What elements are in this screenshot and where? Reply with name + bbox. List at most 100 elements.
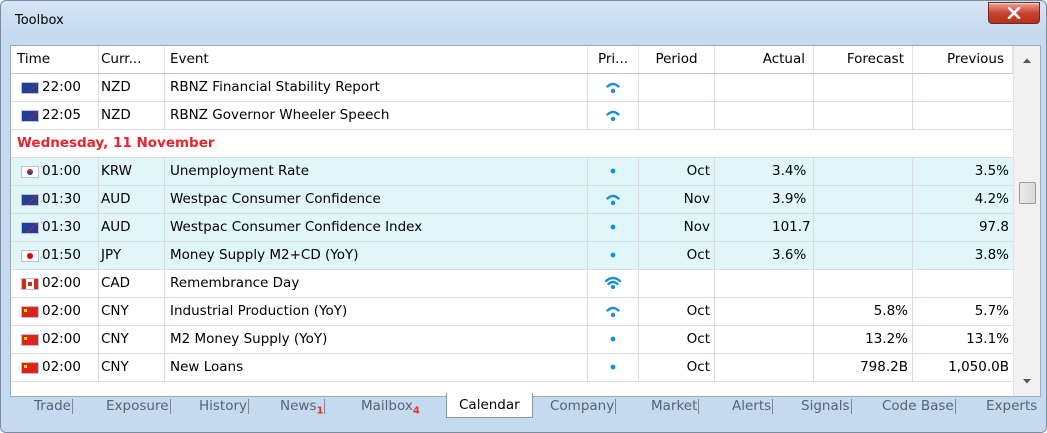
actual-cell: 101.7 <box>715 214 814 241</box>
table-row[interactable]: 02:00 CNY New Loans Oct 798.2B 1,050.0B <box>11 354 1013 382</box>
tab-exposure[interactable]: Exposure <box>106 395 171 417</box>
event-cell: Industrial Production (YoY) <box>165 298 588 325</box>
period-cell: Oct <box>639 298 715 325</box>
priority-cell <box>588 102 639 129</box>
priority-low-icon <box>610 336 616 342</box>
column-header-actual[interactable]: Actual <box>715 46 814 73</box>
previous-cell: 5.7% <box>974 303 1009 319</box>
vertical-scrollbar[interactable] <box>1013 46 1040 396</box>
column-header-currency[interactable]: Curr... <box>99 46 165 73</box>
event-cell: New Loans <box>165 354 588 381</box>
mailbox-count-badge: 4 <box>412 405 420 417</box>
column-header-event[interactable]: Event <box>165 46 588 73</box>
tab-history-label: History <box>199 398 248 414</box>
time-cell: 22:05 <box>11 102 99 129</box>
tab-code-base[interactable]: Code Base <box>882 395 956 417</box>
tab-company[interactable]: Company <box>550 395 617 417</box>
period-cell: Oct <box>639 158 715 185</box>
window-title: Toolbox <box>15 13 64 28</box>
tab-exposure-label: Exposure <box>106 398 169 414</box>
forecast-cell <box>814 102 913 129</box>
tab-news[interactable]: News1 <box>280 395 326 417</box>
tab-signals[interactable]: Signals <box>801 395 852 417</box>
tab-separator <box>698 399 700 414</box>
priority-low-icon <box>610 364 616 370</box>
scroll-down-button[interactable] <box>1014 370 1040 392</box>
tab-experts[interactable]: Experts <box>986 395 1037 417</box>
event-cell: Westpac Consumer Confidence <box>165 186 588 213</box>
table-row[interactable]: 02:00 CAD Remembrance Day <box>11 270 1013 298</box>
period-cell <box>639 74 715 101</box>
previous-cell: 97.8 <box>978 219 1009 235</box>
time-cell: 22:00 <box>11 74 99 101</box>
column-header-forecast[interactable]: Forecast <box>814 46 913 73</box>
tab-calendar-label: Calendar <box>459 397 520 413</box>
time-text: 22:05 <box>42 107 81 123</box>
cn-flag-icon <box>21 361 39 374</box>
period-cell: Oct <box>639 354 715 381</box>
time-text: 01:30 <box>42 219 81 235</box>
au-flag-icon <box>21 221 39 234</box>
time-text: 02:00 <box>42 275 81 291</box>
time-wrapper: 02:00 <box>21 354 98 381</box>
column-header-time[interactable]: Time <box>11 46 99 73</box>
title-bar[interactable]: Toolbox <box>1 1 1046 45</box>
time-wrapper: 22:00 <box>21 74 98 101</box>
table-row[interactable]: 02:00 CNY Industrial Production (YoY) Oct 5.… <box>11 298 1013 326</box>
event-cell: Unemployment Rate <box>165 158 588 185</box>
forecast-cell <box>814 74 913 101</box>
actual-cell: 3.6% <box>715 242 814 269</box>
au-flag-icon <box>21 193 39 206</box>
column-header-period[interactable]: Period <box>639 46 715 73</box>
period-cell: Nov <box>639 186 715 213</box>
column-header-previous[interactable]: Previous <box>913 46 1013 73</box>
previous-cell: 3.8% <box>974 247 1009 263</box>
tab-trade[interactable]: Trade <box>34 395 73 417</box>
scroll-up-button[interactable] <box>1014 50 1040 72</box>
table-row[interactable]: 01:30 AUD Westpac Consumer Confidence Nov 3.… <box>11 186 1013 214</box>
table-row[interactable]: 22:05 NZD RBNZ Governor Wheeler Speech <box>11 102 1013 130</box>
priority-high-icon <box>604 276 622 290</box>
actual-cell <box>715 354 814 381</box>
priority-cell <box>588 186 639 213</box>
tab-market[interactable]: Market <box>651 395 700 417</box>
table-row[interactable]: 01:00 KRW Unemployment Rate Oct 3.4% 3.5% <box>11 158 1013 186</box>
priority-cell <box>588 214 639 241</box>
close-button[interactable] <box>988 2 1040 24</box>
priority-low-icon <box>610 252 616 258</box>
priority-cell <box>588 298 639 325</box>
scroll-up-arrow-icon <box>1023 58 1031 63</box>
event-cell: RBNZ Financial Stability Report <box>165 74 588 101</box>
period-cell: Oct <box>639 242 715 269</box>
tab-trade-label: Trade <box>34 398 71 414</box>
previous-cell <box>913 270 1013 297</box>
currency-cell: NZD <box>99 102 165 129</box>
tab-mailbox[interactable]: Mailbox4 <box>361 395 420 417</box>
currency-cell: JPY <box>99 242 165 269</box>
scrollbar-thumb[interactable] <box>1019 182 1036 204</box>
tab-alerts[interactable]: Alerts <box>732 395 774 417</box>
toolbox-window: Toolbox Time Curr... Event Pri... Period… <box>0 0 1047 433</box>
news-count-badge: 1 <box>316 405 324 417</box>
table-row[interactable]: 22:00 NZD RBNZ Financial Stability Report <box>11 74 1013 102</box>
column-header-priority[interactable]: Pri... <box>588 46 639 73</box>
table-row[interactable]: 01:30 AUD Westpac Consumer Confidence Inde… <box>11 214 1013 242</box>
tab-separator <box>71 399 73 414</box>
table-row[interactable]: 02:00 CNY M2 Money Supply (YoY) Oct 13.2% 13.… <box>11 326 1013 354</box>
priority-cell <box>588 326 639 353</box>
tab-company-label: Company <box>550 398 615 414</box>
forecast-cell <box>814 270 913 297</box>
time-wrapper: 01:30 <box>21 186 98 213</box>
table-row[interactable]: 01:50 JPY Money Supply M2+CD (YoY) Oct 3.6% 3… <box>11 242 1013 270</box>
time-wrapper: 02:00 <box>21 298 98 325</box>
currency-cell: CNY <box>99 354 165 381</box>
priority-cell <box>588 74 639 101</box>
currency-cell: CNY <box>99 298 165 325</box>
currency-cell: KRW <box>99 158 165 185</box>
tab-calendar[interactable]: Calendar <box>446 393 533 418</box>
previous-cell: 3.5% <box>974 163 1009 179</box>
time-wrapper: 02:00 <box>21 326 98 353</box>
tab-history[interactable]: History <box>199 395 250 417</box>
tab-separator <box>324 399 326 414</box>
event-cell: Westpac Consumer Confidence Index <box>165 214 588 241</box>
